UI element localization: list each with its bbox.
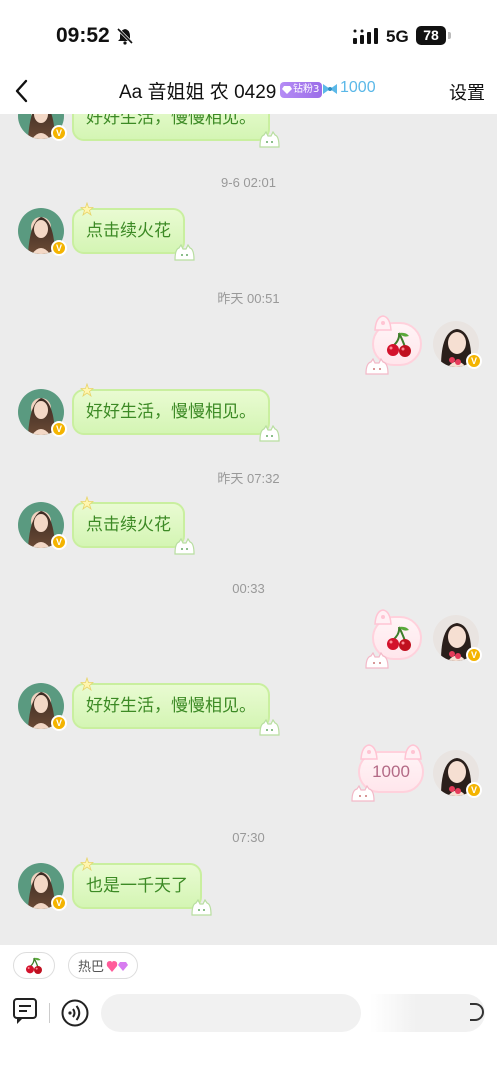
cat-decoration-icon (364, 358, 390, 376)
verified-badge-icon: V (466, 782, 482, 798)
avatar[interactable]: V (433, 321, 482, 369)
message-bubble[interactable]: 好好生活，慢慢相见。 (72, 114, 270, 141)
chat-title: Aa 音姐姐 农 0429 (119, 82, 277, 103)
cat-decoration-icon (258, 425, 280, 443)
avatar[interactable]: V (433, 750, 482, 798)
avatar[interactable]: V (18, 502, 67, 550)
message-bubble[interactable]: 1000 (358, 751, 424, 793)
verified-badge-icon: V (466, 353, 482, 369)
bell-muted-icon (116, 27, 134, 45)
status-bar: 09:52 5G 78 (0, 0, 497, 72)
message-text: 好好生活，慢慢相见。 (86, 402, 256, 422)
message-bubble[interactable]: 好好生活，慢慢相见。 (72, 683, 270, 729)
timestamp: 昨天 00:51 (217, 291, 280, 306)
fan-count: 1000 (340, 79, 376, 96)
avatar[interactable]: V (18, 863, 67, 911)
message-input[interactable] (101, 994, 361, 1032)
bear-ear-icon (404, 744, 422, 760)
verified-badge-icon: V (51, 534, 67, 550)
cat-decoration-icon (258, 131, 280, 149)
cherry-icon (384, 330, 414, 360)
bear-ear-icon (374, 315, 392, 331)
verified-badge-icon: V (51, 715, 67, 731)
settings-button[interactable]: 设置 (449, 79, 485, 105)
sticker-bubble[interactable] (372, 616, 422, 660)
heart-gem-icon (106, 960, 128, 972)
message-text: 好好生活，慢慢相见。 (86, 114, 256, 128)
star-decoration-icon (80, 383, 94, 397)
quick-phrase-icon[interactable] (12, 997, 38, 1025)
message-bubble[interactable]: 也是一千天了 (72, 863, 202, 909)
verified-badge-icon: V (51, 125, 67, 141)
timestamp: 9-6 02:01 (221, 175, 276, 190)
network-label: 5G (386, 27, 409, 46)
status-time: 09:52 (56, 24, 110, 47)
verified-badge-icon: V (466, 647, 482, 663)
quick-reply-reba[interactable]: 热巴 (68, 952, 138, 979)
verified-badge-icon: V (51, 240, 67, 256)
message-bubble[interactable]: 点击续火花 (72, 502, 185, 548)
cat-decoration-icon (350, 785, 376, 803)
star-decoration-icon (80, 202, 94, 216)
fan-level-label: 钻粉3 (293, 84, 320, 95)
voice-icon[interactable] (61, 999, 89, 1027)
cat-decoration-icon (173, 244, 195, 262)
avatar[interactable]: V (18, 683, 67, 731)
divider (49, 1003, 50, 1023)
composer-area: 热巴 (0, 945, 497, 1080)
cherry-icon (24, 956, 44, 976)
avatar[interactable]: V (18, 114, 67, 141)
back-arrow-icon[interactable] (12, 78, 32, 104)
timestamp: 昨天 07:32 (217, 471, 280, 486)
input-extension (370, 994, 485, 1032)
sticker-bubble[interactable] (372, 322, 422, 366)
cat-decoration-icon (258, 719, 280, 737)
chat-header: Aa 音姐姐 农 0429 钻粉3 1000 设置 (0, 72, 497, 114)
cat-decoration-icon (173, 538, 195, 556)
diamond-icon (282, 86, 292, 94)
bow-icon (323, 84, 337, 94)
star-decoration-icon (80, 857, 94, 871)
message-bubble[interactable]: 点击续火花 (72, 208, 185, 254)
signal-icon (353, 28, 378, 44)
quick-reply-cherry[interactable] (13, 952, 55, 979)
message-bubble[interactable]: 好好生活，慢慢相见。 (72, 389, 270, 435)
avatar[interactable]: V (18, 208, 67, 256)
cherry-icon (384, 624, 414, 654)
avatar[interactable]: V (433, 615, 482, 663)
cat-decoration-icon (190, 899, 212, 917)
star-decoration-icon (80, 677, 94, 691)
star-decoration-icon (80, 496, 94, 510)
quick-reply-label: 热巴 (77, 960, 104, 975)
cat-decoration-icon (364, 652, 390, 670)
timestamp: 07:30 (232, 830, 265, 845)
bear-ear-icon (374, 609, 392, 625)
message-text: 点击续火花 (86, 221, 171, 241)
message-text: 也是一千天了 (86, 876, 188, 896)
verified-badge-icon: V (51, 895, 67, 911)
chat-area[interactable]: V 好好生活，慢慢相见。 9-6 02:01 V 点击续火花 昨天 00:51 … (0, 114, 497, 945)
timestamp: 00:33 (232, 581, 265, 596)
avatar[interactable]: V (18, 389, 67, 437)
battery-icon: 78 (416, 26, 446, 45)
verified-badge-icon: V (51, 421, 67, 437)
message-text: 好好生活，慢慢相见。 (86, 696, 256, 716)
fan-level-badge: 钻粉3 (280, 82, 323, 98)
battery-tip (448, 32, 451, 39)
bear-ear-icon (360, 744, 378, 760)
message-text: 点击续火花 (86, 515, 171, 535)
